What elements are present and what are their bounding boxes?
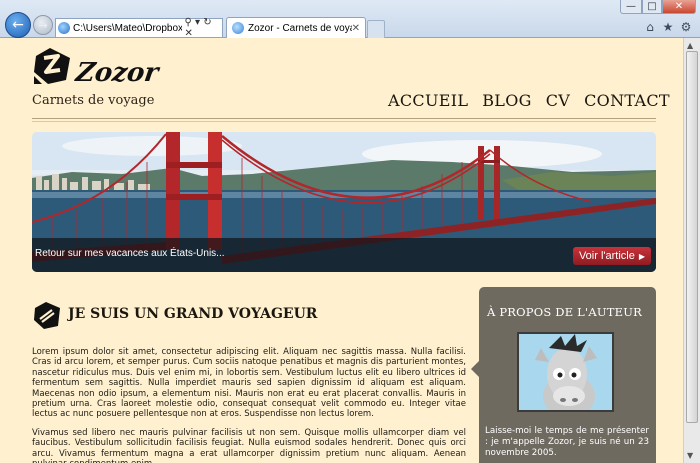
zozor-logo-icon bbox=[34, 48, 70, 84]
menu-item-cv[interactable]: CV bbox=[546, 91, 570, 110]
banner: Retour sur mes vacances aux États-Unis..… bbox=[32, 132, 656, 272]
logo-text: Zozor bbox=[73, 58, 161, 88]
tab-title: Zozor - Carnets de voyage bbox=[248, 22, 352, 34]
maximize-button[interactable]: □ bbox=[642, 0, 662, 14]
browser-toolbar: ← → C:\Users\Mateo\Dropbox\D ⚲ ▾ ↻ ✕ Zoz… bbox=[0, 0, 700, 39]
vertical-scrollbar[interactable]: ▲ ▼ bbox=[683, 38, 700, 463]
banner-caption: Retour sur mes vacances aux États-Unis..… bbox=[35, 248, 225, 259]
address-tools[interactable]: ⚲ ▾ ↻ ✕ bbox=[185, 17, 222, 39]
article-paragraph: Lorem ipsum dolor sit amet, consectetur … bbox=[32, 347, 466, 420]
tab-close-icon[interactable]: ✕ bbox=[352, 23, 360, 34]
article-paragraph: Vivamus sed libero nec mauris pulvinar f… bbox=[32, 428, 466, 463]
play-arrow-icon: ▶ bbox=[638, 251, 645, 261]
forward-arrow-icon[interactable]: → bbox=[33, 15, 53, 35]
ie-tab-icon bbox=[232, 22, 244, 34]
article-badge-icon bbox=[34, 302, 60, 329]
page-viewport: Zozor Carnets de voyage ACCUEIL BLOG CV … bbox=[0, 38, 683, 463]
scrollbar-thumb[interactable] bbox=[686, 51, 698, 423]
home-icon[interactable]: ⌂ bbox=[643, 20, 657, 34]
article-title: JE SUIS UN GRAND VOYAGEUR bbox=[68, 306, 318, 322]
address-url[interactable]: C:\Users\Mateo\Dropbox\D bbox=[73, 23, 182, 34]
aside-text: Laisse-moi le temps de me présenter : je… bbox=[485, 426, 649, 458]
gear-icon[interactable]: ⚙ bbox=[679, 20, 693, 34]
close-window-button[interactable]: ✕ bbox=[662, 0, 696, 14]
read-article-label: Voir l'article bbox=[578, 250, 635, 262]
minimize-button[interactable]: — bbox=[620, 0, 642, 14]
zozor-donkey-image bbox=[519, 334, 612, 410]
back-glyph: ← bbox=[12, 17, 24, 33]
header-divider-light bbox=[32, 121, 656, 122]
menu-item-contact[interactable]: CONTACT bbox=[584, 91, 670, 110]
main-menu: ACCUEIL BLOG CV CONTACT bbox=[388, 91, 670, 110]
menu-item-accueil[interactable]: ACCUEIL bbox=[388, 91, 468, 110]
new-tab-button[interactable] bbox=[367, 20, 385, 38]
star-icon[interactable]: ★ bbox=[661, 20, 675, 34]
scroll-up-arrow-icon[interactable]: ▲ bbox=[687, 41, 693, 50]
aside-title: À PROPOS DE L'AUTEUR bbox=[487, 305, 642, 319]
tab-zozor[interactable]: Zozor - Carnets de voyage ✕ bbox=[226, 17, 366, 38]
forward-glyph: → bbox=[38, 18, 48, 32]
address-bar[interactable]: C:\Users\Mateo\Dropbox\D ⚲ ▾ ↻ ✕ bbox=[55, 17, 223, 39]
read-article-button[interactable]: Voir l'article ▶ bbox=[572, 247, 651, 265]
zozor-avatar bbox=[517, 332, 614, 412]
about-author-panel: À PROPOS DE L'AUTEUR Laisse-moi le temps… bbox=[471, 287, 656, 463]
menu-item-blog[interactable]: BLOG bbox=[482, 91, 531, 110]
site-tagline: Carnets de voyage bbox=[32, 93, 155, 108]
scroll-down-arrow-icon[interactable]: ▼ bbox=[687, 451, 693, 460]
ie-page-icon bbox=[58, 22, 70, 34]
header-divider bbox=[32, 118, 656, 119]
back-arrow-icon[interactable]: ← bbox=[5, 12, 31, 38]
